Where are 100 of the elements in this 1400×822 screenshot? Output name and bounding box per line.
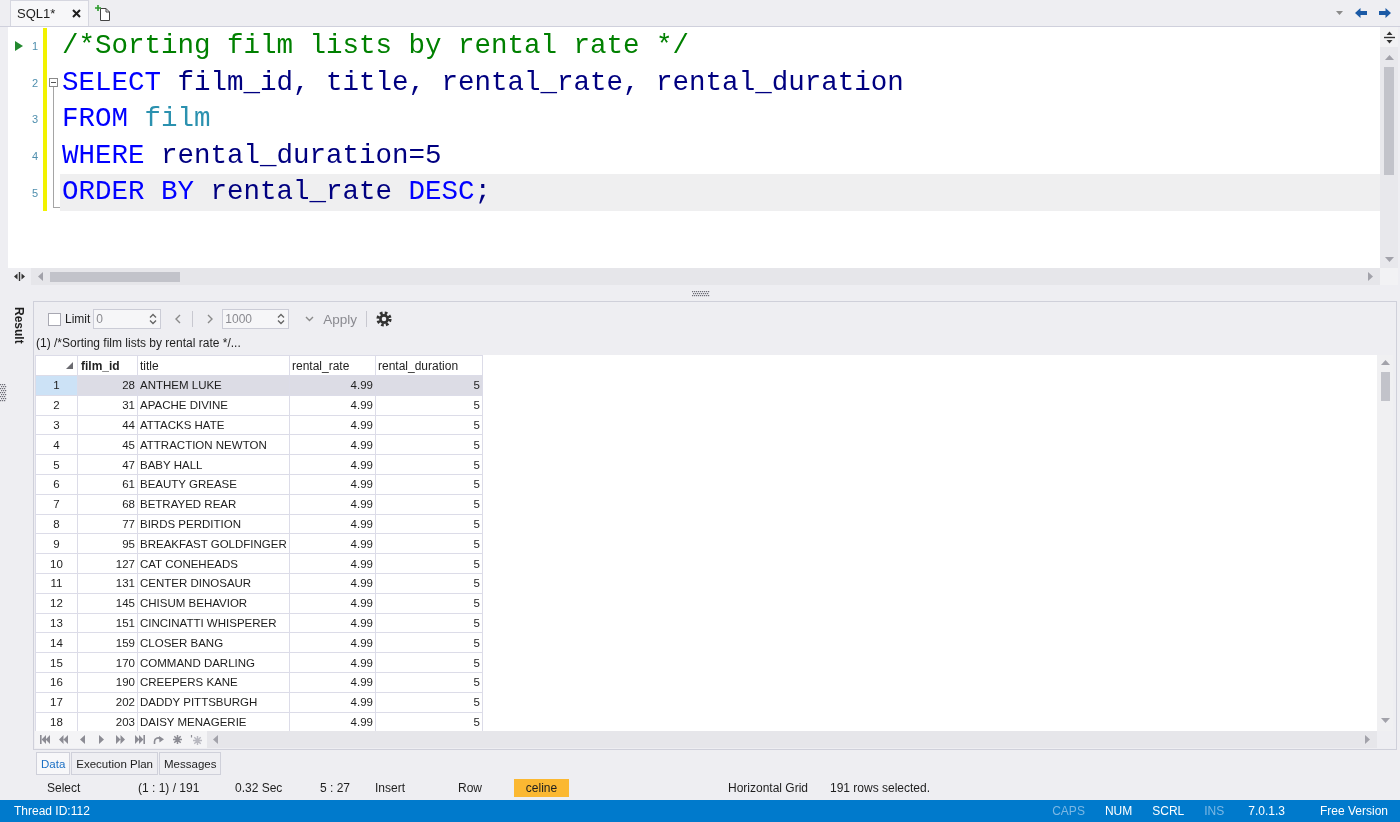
chevron-left-icon[interactable] [175, 314, 182, 324]
row-header[interactable]: 4 [36, 435, 78, 456]
row-header[interactable]: 15 [36, 653, 78, 673]
table-cell: 4.99 [290, 455, 376, 475]
asterisk-icon[interactable] [173, 735, 182, 744]
row-header[interactable]: 6 [36, 475, 78, 495]
triangle-left-icon[interactable] [80, 735, 85, 744]
table-cell: 131 [78, 573, 138, 594]
table-cell: 4.99 [290, 475, 376, 495]
result-view-tab[interactable]: Data [36, 752, 71, 775]
row-header[interactable]: 17 [36, 692, 78, 713]
row-header[interactable]: 8 [36, 514, 78, 535]
table-cell: 151 [78, 613, 138, 634]
table-cell: 5 [376, 692, 483, 713]
status-text: Row [458, 781, 482, 795]
settings-icon[interactable] [376, 311, 393, 327]
table-cell: ATTRACTION NEWTON [138, 435, 290, 456]
scrollbar-thumb[interactable] [50, 271, 180, 282]
scrollbar-thumb[interactable] [1380, 372, 1390, 401]
skip-back-icon[interactable] [39, 735, 50, 744]
table-cell: 145 [78, 593, 138, 614]
caret-icon[interactable] [1336, 11, 1343, 15]
row-header[interactable]: 13 [36, 613, 78, 634]
table-cell: CENTER DINOSAUR [138, 573, 290, 594]
line-number: 2 [30, 76, 39, 89]
arrow-left-icon[interactable] [1355, 8, 1367, 18]
limit-checkbox[interactable] [48, 312, 61, 326]
table-cell: 4.99 [290, 613, 376, 634]
edition-label: Free Version [1319, 804, 1388, 818]
table-cell: 5 [376, 554, 483, 574]
result-view-tab[interactable]: Messages [159, 752, 222, 775]
row-header[interactable]: 11 [36, 573, 78, 594]
thread-id-label: Thread ID:112 [14, 804, 90, 818]
skip-forward-icon[interactable] [134, 735, 145, 744]
grip-icon[interactable] [691, 290, 709, 296]
table-cell: ATTACKS HATE [138, 415, 290, 436]
table-cell: 5 [376, 455, 483, 475]
row-header[interactable]: 10 [36, 554, 78, 574]
code-line: /*Sorting film lists by rental rate */ [62, 29, 690, 63]
split-icon[interactable] [14, 272, 25, 281]
table-cell: 4.99 [290, 514, 376, 535]
row-header[interactable]: 5 [36, 455, 78, 475]
table-cell: 28 [78, 376, 138, 396]
fast-forward-icon[interactable] [116, 735, 125, 744]
triangle-right-icon[interactable] [99, 735, 104, 744]
arrow-up-icon[interactable] [1384, 55, 1394, 60]
arrow-right-icon[interactable] [1379, 8, 1391, 18]
table-cell: 4.99 [290, 593, 376, 614]
row-header[interactable]: 9 [36, 534, 78, 555]
code-line: SELECT film_id, title, rental_rate, rental_duration [62, 65, 904, 100]
arrow-down-icon[interactable] [1380, 718, 1390, 723]
scrollbar-thumb[interactable] [1384, 67, 1394, 175]
table-cell: BIRDS PERDITION [138, 514, 290, 535]
table-cell: 159 [78, 633, 138, 654]
table-cell: 170 [78, 653, 138, 673]
arrow-down-icon[interactable] [1384, 257, 1394, 262]
line-number: 4 [30, 150, 39, 163]
result-view-tab[interactable]: Execution Plan [71, 752, 158, 775]
column-header[interactable]: film_id [78, 356, 138, 376]
vertical-scrollbar[interactable] [1380, 47, 1398, 268]
column-header[interactable]: rental_rate [290, 356, 376, 376]
row-header[interactable]: 7 [36, 494, 78, 515]
triangle-icon[interactable] [66, 362, 73, 369]
redo-arrow-icon[interactable] [153, 735, 164, 744]
code-line: WHERE rental_duration=5 [62, 138, 442, 173]
row-header[interactable]: 16 [36, 672, 78, 693]
table-cell: 4.99 [290, 534, 376, 555]
asterisk-icon[interactable] [191, 734, 202, 745]
new-document-icon[interactable] [95, 5, 111, 21]
split-icon[interactable] [1383, 30, 1395, 44]
row-header[interactable]: 12 [36, 593, 78, 614]
table-cell: 5 [376, 653, 483, 673]
row-header[interactable]: 2 [36, 395, 78, 416]
result-tab[interactable]: Result [12, 307, 26, 344]
table-cell: 5 [376, 376, 483, 396]
row-header[interactable]: 1 [36, 376, 78, 396]
checkbox-label[interactable]: Limit [65, 312, 91, 326]
table-cell: 5 [376, 395, 483, 416]
table-cell: 4.99 [290, 672, 376, 693]
table-cell: 95 [78, 534, 138, 555]
document-tab[interactable]: SQL1* [10, 0, 90, 26]
grip-icon[interactable] [0, 383, 6, 402]
rewind-icon[interactable] [59, 735, 68, 744]
key-indicator: SCRL [1152, 804, 1185, 818]
chevron-right-icon[interactable] [207, 314, 214, 324]
collapse-icon[interactable] [49, 78, 58, 88]
version-label: 7.0.1.3 [1248, 804, 1285, 818]
chevron-down-icon[interactable] [305, 316, 315, 322]
code-line: ORDER BY rental_rate DESC; [62, 175, 492, 210]
connection-badge: celine [514, 779, 569, 797]
table-cell: 45 [78, 435, 138, 456]
close-icon[interactable] [72, 9, 82, 18]
arrow-up-icon[interactable] [1380, 360, 1390, 365]
table-cell: 202 [78, 692, 138, 713]
column-header[interactable]: rental_duration [376, 356, 483, 376]
row-header[interactable]: 3 [36, 415, 78, 436]
row-header[interactable]: 14 [36, 633, 78, 654]
column-header[interactable]: title [138, 356, 290, 376]
horizontal-scrollbar[interactable] [31, 268, 1380, 285]
table-cell: 4.99 [290, 415, 376, 436]
